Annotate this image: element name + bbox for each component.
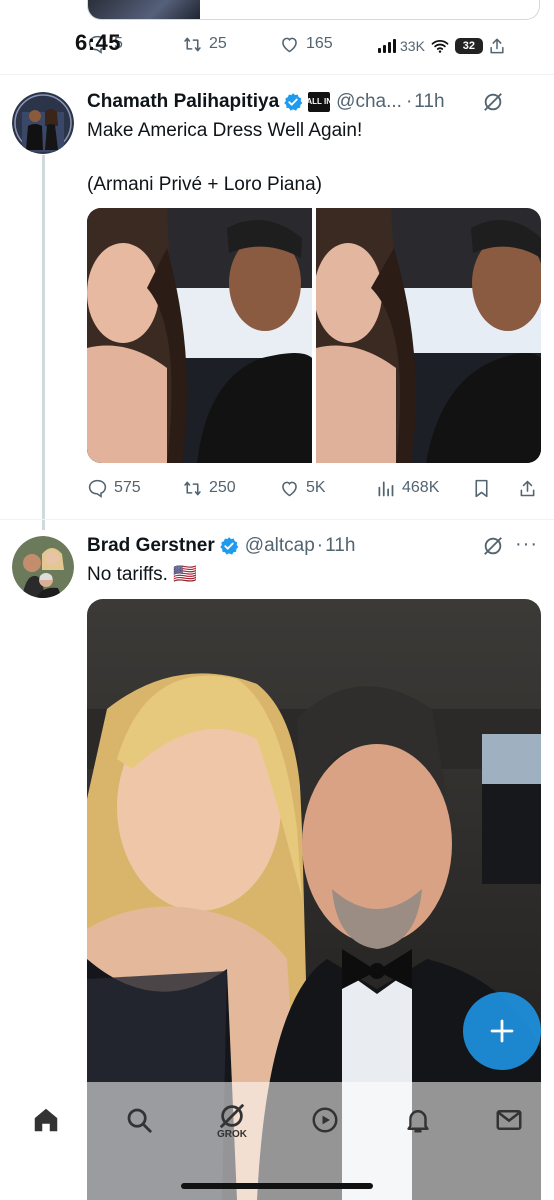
separator-dot: ·	[405, 91, 413, 112]
tab-video[interactable]	[305, 1100, 345, 1140]
battery-icon: 32	[454, 38, 483, 54]
tweet-text: No tariffs. 🇺🇸	[87, 564, 197, 585]
affiliate-badge[interactable]: ALL IN	[306, 92, 332, 112]
bookmark-icon	[475, 479, 488, 497]
reply-icon	[88, 479, 107, 498]
status-icons: 33K 32	[378, 36, 507, 56]
tweet-text: Make America Dress Well Again!	[87, 120, 363, 141]
author-name[interactable]: Brad Gerstner	[87, 535, 215, 557]
separator-dot: ·	[316, 535, 324, 556]
search-icon	[127, 1108, 152, 1133]
share-icon	[520, 480, 535, 496]
reply-button[interactable]: 575	[87, 476, 141, 500]
share-button[interactable]	[517, 476, 538, 500]
messages-icon	[496, 1110, 522, 1130]
tweet-header: Chamath Palihapitiya ALL IN @cha... · 11…	[87, 89, 445, 115]
author-handle[interactable]: @cha...	[336, 91, 402, 113]
tweet-image[interactable]	[316, 208, 541, 463]
reply-count: 575	[114, 479, 141, 496]
previous-tweet-media[interactable]	[87, 0, 540, 20]
tab-messages[interactable]	[489, 1100, 529, 1140]
tweet-image[interactable]	[87, 208, 312, 463]
author-handle[interactable]: @altcap	[245, 535, 315, 557]
like-count: 5K	[306, 479, 326, 496]
view-count: 468K	[402, 479, 440, 496]
views-button[interactable]: 468K	[375, 476, 439, 500]
grok-icon[interactable]	[482, 535, 504, 557]
thread-line	[42, 155, 45, 530]
tweet-time[interactable]: 11h	[414, 91, 444, 113]
previous-tweet-image	[88, 0, 200, 19]
tab-notifications[interactable]	[398, 1100, 438, 1140]
signal-icon	[378, 39, 396, 53]
video-icon	[312, 1107, 338, 1133]
avatar[interactable]	[12, 536, 74, 598]
divider	[0, 74, 554, 75]
tweet-text: (Armani Privé + Loro Piana)	[87, 174, 322, 195]
like-button[interactable]: 5K	[279, 476, 326, 500]
repost-icon	[184, 481, 201, 495]
compose-button[interactable]	[463, 992, 541, 1070]
views-icon	[378, 481, 394, 496]
status-bar: 6:45 33K 32	[0, 30, 554, 58]
verified-icon	[284, 93, 303, 111]
more-icon[interactable]: ···	[515, 533, 538, 556]
tweet-actions: 575 250 5K 468K	[87, 476, 542, 502]
tab-search[interactable]	[119, 1100, 159, 1140]
wifi-icon	[431, 39, 449, 53]
grok-label: GROK	[217, 1128, 247, 1140]
divider	[0, 519, 554, 520]
tab-home[interactable]	[26, 1100, 66, 1140]
author-name[interactable]: Chamath Palihapitiya	[87, 91, 279, 113]
bookmark-button[interactable]	[471, 476, 492, 500]
home-indicator	[181, 1183, 373, 1189]
tweet-time[interactable]: 11h	[325, 535, 355, 557]
tab-grok[interactable]: GROK	[212, 1100, 252, 1140]
avatar[interactable]	[12, 92, 74, 154]
repost-button[interactable]: 250	[182, 476, 236, 500]
previous-view-count: 33K	[400, 38, 425, 54]
share-icon[interactable]	[487, 36, 507, 56]
grok-icon	[219, 1103, 245, 1128]
notifications-icon	[407, 1110, 429, 1133]
grok-icon[interactable]	[482, 91, 504, 113]
compose-icon	[490, 1019, 514, 1043]
like-icon	[282, 481, 297, 496]
tweet-header: Brad Gerstner @altcap · 11h	[87, 533, 355, 559]
repost-count: 250	[209, 479, 236, 496]
verified-icon	[220, 537, 239, 555]
status-time: 6:45	[75, 30, 122, 55]
home-icon	[34, 1108, 58, 1132]
